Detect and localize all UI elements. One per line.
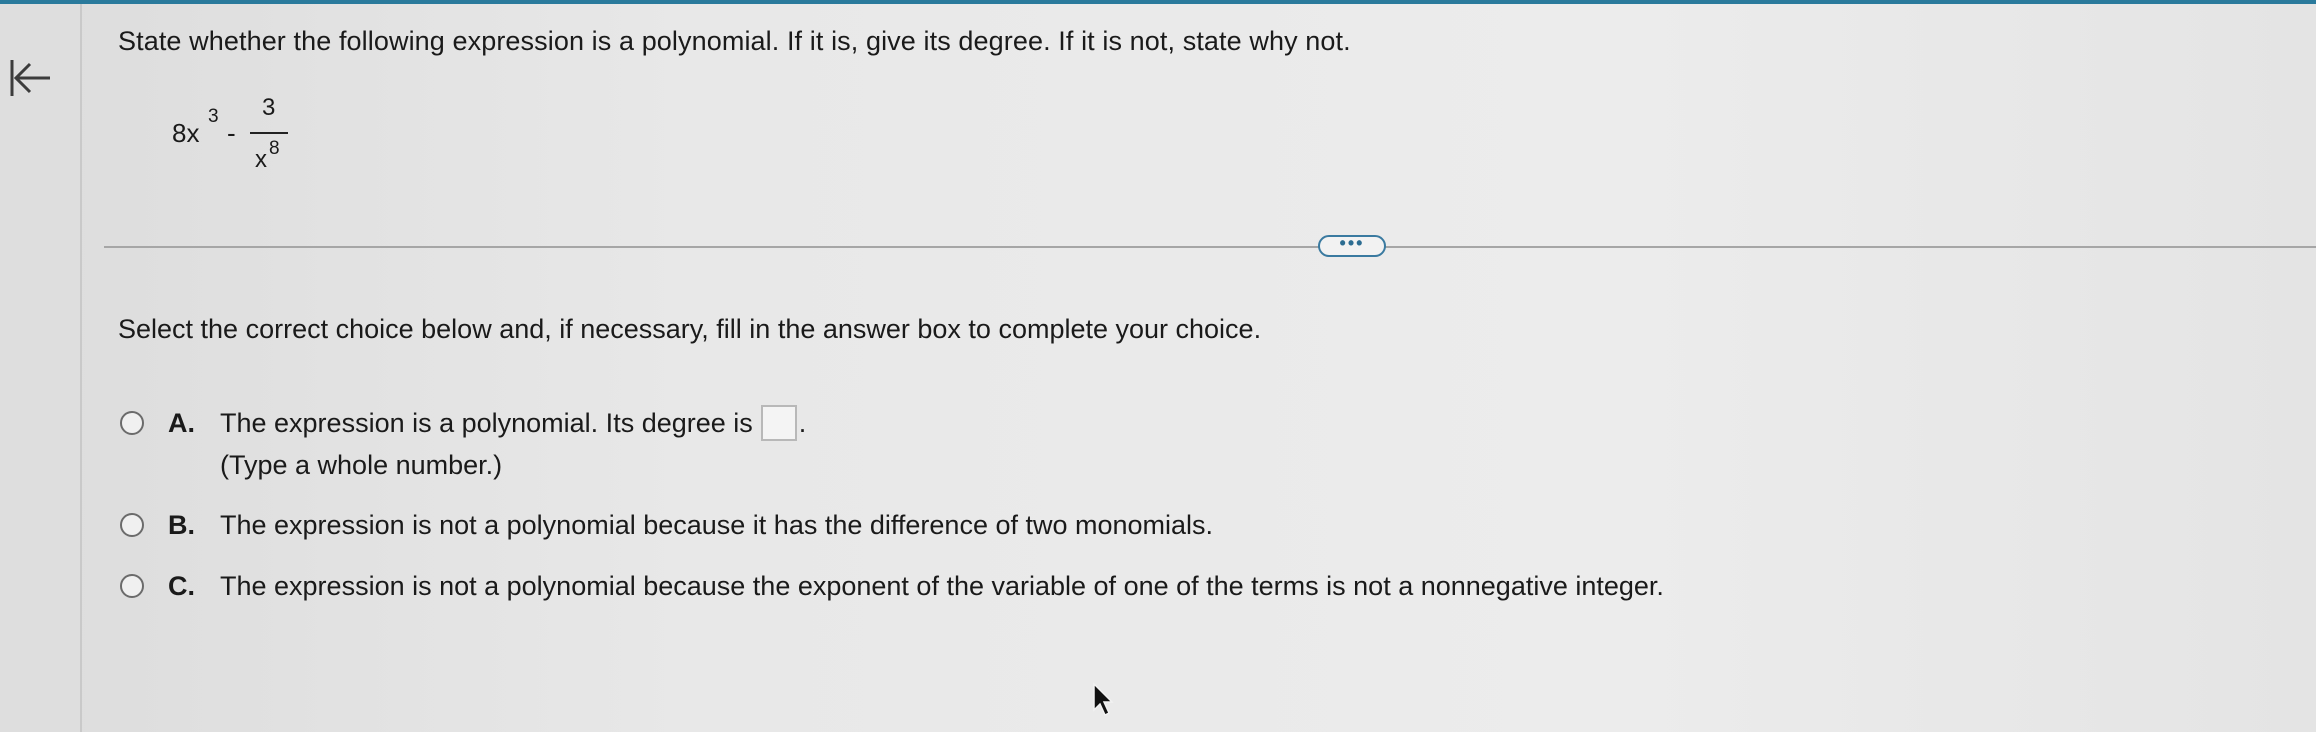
- more-options-button[interactable]: •••: [1318, 233, 1386, 257]
- choice-a-letter: A.: [168, 407, 195, 438]
- choice-b-text: The expression is not a polynomial becau…: [220, 509, 1214, 540]
- page: State whether the following expression i…: [0, 0, 2316, 732]
- choice-c[interactable]: C. The expression is not a polynomial be…: [120, 566, 1664, 606]
- radio-button-a[interactable]: [120, 411, 144, 435]
- back-arrow-icon[interactable]: [6, 54, 56, 104]
- fraction-numerator: 3: [262, 94, 276, 121]
- question-prompt: State whether the following expression i…: [118, 26, 1351, 56]
- expression-term-8x: 8x: [172, 118, 200, 148]
- expression-minus-sign: -: [227, 118, 236, 148]
- choice-b[interactable]: B. The expression is not a polynomial be…: [120, 505, 1213, 545]
- choice-a[interactable]: A. The expression is a polynomial. Its d…: [120, 403, 806, 443]
- ellipsis-icon: •••: [1339, 233, 1365, 253]
- math-expression: 8x 3 - 3 x 8: [172, 92, 322, 182]
- fraction-denominator-base: x: [255, 146, 267, 173]
- degree-answer-box[interactable]: [760, 405, 797, 441]
- choice-a-text: The expression is a polynomial. Its degr…: [220, 407, 753, 438]
- fraction-denominator-exponent: 8: [269, 138, 280, 159]
- choice-c-text: The expression is not a polynomial becau…: [220, 570, 1664, 601]
- section-divider: [104, 246, 2316, 248]
- choice-c-letter: C.: [168, 570, 195, 601]
- instruction-text: Select the correct choice below and, if …: [118, 314, 1262, 344]
- expression-exponent-3: 3: [208, 106, 219, 127]
- choice-a-hint: (Type a whole number.): [220, 450, 503, 480]
- radio-button-c[interactable]: [120, 574, 144, 598]
- choice-b-letter: B.: [168, 509, 195, 540]
- fraction-bar: [250, 132, 288, 134]
- mouse-pointer-icon: [1093, 682, 1114, 717]
- left-rail: [0, 4, 82, 732]
- choice-a-period: .: [798, 407, 807, 438]
- top-accent-bar: [0, 0, 2316, 4]
- radio-button-b[interactable]: [120, 513, 144, 537]
